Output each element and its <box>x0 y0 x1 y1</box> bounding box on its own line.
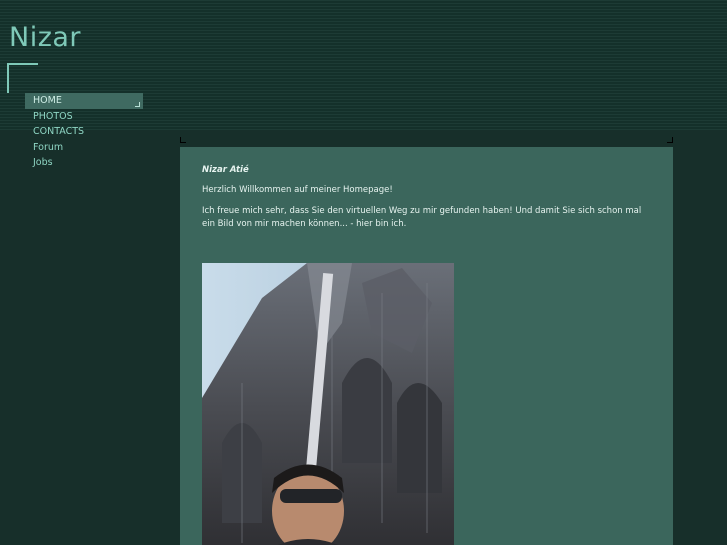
page-heading: Nizar Atié <box>202 165 249 175</box>
nav-item-label: HOME <box>33 95 62 106</box>
site-title: Nizar <box>9 22 82 53</box>
nav-item-forum[interactable]: Forum <box>25 140 143 156</box>
content-text: Nizar Atié Herzlich Willkommen auf meine… <box>202 165 652 231</box>
nav-item-photos[interactable]: PHOTOS <box>25 109 143 125</box>
main-navigation: HOME PHOTOS CONTACTS Forum Jobs <box>25 93 143 171</box>
nav-item-label: Jobs <box>33 157 53 169</box>
nav-item-home[interactable]: HOME <box>25 93 143 109</box>
nav-item-label: Forum <box>33 141 64 153</box>
content-panel: Nizar Atié Herzlich Willkommen auf meine… <box>180 147 673 545</box>
nav-item-jobs[interactable]: Jobs <box>25 155 143 171</box>
profile-photo <box>202 263 454 545</box>
intro-paragraph: Ich freue mich sehr, dass Sie den virtue… <box>202 206 642 229</box>
cathedral-selfie-image <box>202 263 454 545</box>
nav-item-label: PHOTOS <box>33 110 73 122</box>
nav-item-contacts[interactable]: CONTACTS <box>25 124 143 140</box>
content-corner-right-icon <box>667 137 673 143</box>
nav-item-label: CONTACTS <box>33 126 85 138</box>
title-corner-bracket-icon <box>7 63 38 93</box>
content-corner-left-icon <box>180 137 186 143</box>
welcome-text: Herzlich Willkommen auf meiner Homepage! <box>202 185 393 195</box>
corner-bracket-icon <box>135 101 140 107</box>
